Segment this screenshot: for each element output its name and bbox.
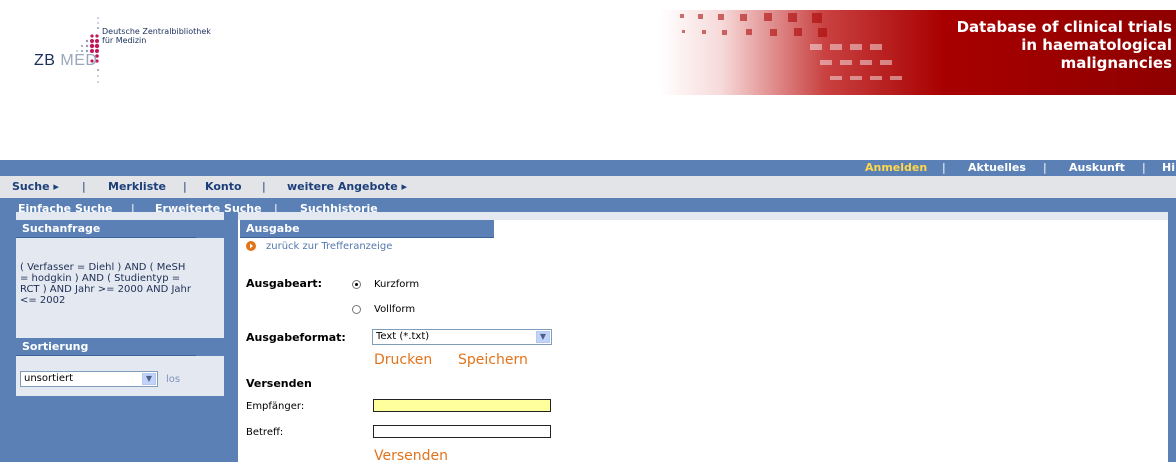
query-text: ( Verfasser = Diehl ) AND ( MeSH = hodgk… (20, 262, 191, 306)
empfaenger-label: Empfänger: (246, 401, 305, 412)
nav-separator: | (262, 180, 266, 193)
nav-separator: | (1043, 161, 1047, 174)
betreff-input[interactable] (373, 425, 551, 438)
ausgabeformat-label: Ausgabeformat: (246, 331, 346, 344)
banner-title-line1: Database of clinical trials (956, 18, 1172, 36)
nav-separator: | (183, 180, 187, 193)
ausgabe-heading: Ausgabe (240, 220, 494, 238)
nav-merkliste[interactable]: Merkliste (108, 180, 166, 193)
radio-vollform-label: Vollform (374, 304, 416, 315)
nav-weitere-angebote[interactable]: weitere Angebote ▸ (287, 180, 407, 193)
suchanfrage-heading: Suchanfrage (16, 220, 196, 238)
drucken-link[interactable]: Drucken (374, 352, 432, 368)
institution-name-line1: Deutsche Zentralbibliothek (102, 27, 211, 36)
top-navigation: Anmelden | Aktuelles | Auskunft | Hi (0, 160, 1176, 176)
banner-title-line2: in haematological (1021, 36, 1172, 54)
sort-panel-topline (16, 330, 224, 338)
sort-select-value: unsortiert (24, 373, 73, 384)
arrow-right-icon[interactable] (246, 241, 256, 251)
nav-separator: | (82, 180, 86, 193)
back-to-results-link[interactable]: zurück zur Trefferanzeige (266, 241, 392, 252)
ausgabeart-label: Ausgabeart: (246, 277, 323, 290)
nav-anmelden[interactable]: Anmelden (865, 161, 927, 174)
sort-select[interactable]: unsortiert ▼ (20, 371, 158, 387)
nav-auskunft[interactable]: Auskunft (1069, 161, 1125, 174)
nav-aktuelles[interactable]: Aktuelles (968, 161, 1026, 174)
logo-wordmark: ZB MED (34, 52, 97, 70)
nav-separator: | (942, 161, 946, 174)
radio-vollform[interactable] (352, 305, 361, 314)
radio-kurzform-label: Kurzform (374, 279, 420, 290)
institution-name-line2: für Medizin (102, 36, 147, 45)
chevron-down-icon[interactable]: ▼ (536, 331, 550, 343)
speichern-link[interactable]: Speichern (458, 352, 528, 368)
radio-kurzform[interactable] (352, 280, 361, 289)
sort-los-link[interactable]: los (166, 374, 180, 385)
left-panel-topline (16, 212, 224, 220)
format-select[interactable]: Text (*.txt) ▼ (372, 329, 552, 345)
main-navigation: Suche ▸ | Merkliste | Konto | weitere An… (0, 176, 1176, 198)
sortierung-heading: Sortierung (16, 338, 196, 356)
nav-hilfe[interactable]: Hi (1162, 161, 1175, 174)
nav-separator: | (1142, 161, 1146, 174)
betreff-label: Betreff: (246, 427, 284, 438)
nav-suche[interactable]: Suche ▸ (12, 180, 59, 193)
empfaenger-input[interactable] (373, 399, 551, 412)
logo-med: MED (60, 52, 98, 69)
nav-konto[interactable]: Konto (205, 180, 242, 193)
banner-title: Database of clinical trials in haematolo… (872, 18, 1172, 72)
chevron-down-icon[interactable]: ▼ (142, 373, 156, 385)
format-select-value: Text (*.txt) (376, 331, 430, 342)
main-topline (238, 212, 1168, 220)
versenden-heading: Versenden (246, 377, 312, 390)
banner-title-line3: malignancies (1060, 54, 1172, 72)
logo-dot-graphic (76, 17, 100, 83)
logo-zb: ZB (34, 52, 61, 69)
